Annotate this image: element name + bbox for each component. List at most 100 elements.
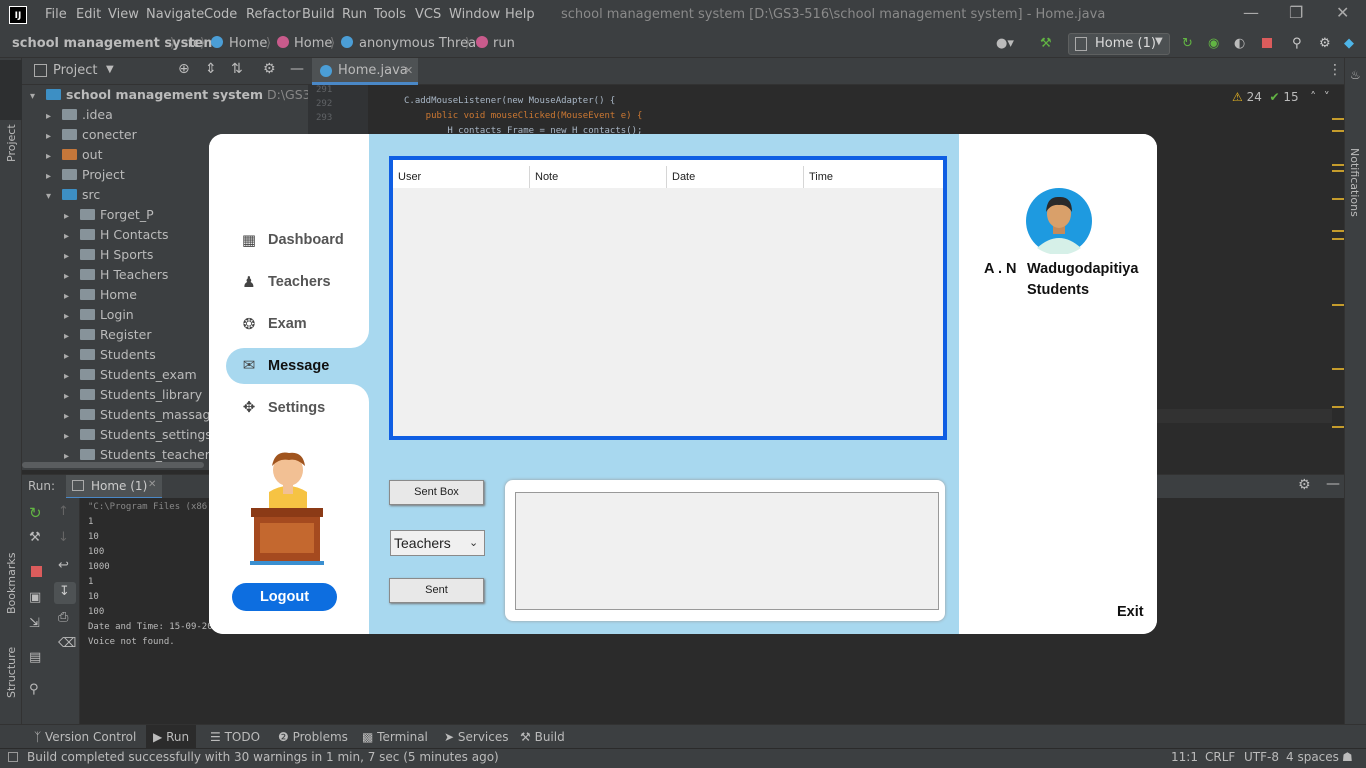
trash-icon[interactable]: ⌫ [58, 636, 76, 651]
tree-item[interactable]: ▸ Students_massage [64, 405, 218, 425]
menu-vcs[interactable]: VCS [415, 7, 441, 22]
more-tabs-icon[interactable]: ⋮ [1328, 62, 1342, 78]
menu-navigate[interactable]: Navigate [146, 7, 204, 22]
stop-icon[interactable] [31, 566, 42, 577]
nav-message[interactable]: Message [268, 358, 329, 374]
gear-icon[interactable]: ⚙ [1298, 477, 1311, 493]
bell-icon[interactable]: ♨ [1350, 68, 1361, 82]
chevron-down-icon[interactable]: ˅ [1324, 90, 1330, 104]
tree-item[interactable]: ▸ H Sports [64, 245, 153, 265]
breadcrumb-src[interactable]: src [181, 36, 200, 51]
indent-setting[interactable]: 4 spaces [1286, 750, 1339, 764]
close-window-icon[interactable]: ✕ [1336, 3, 1349, 22]
breadcrumb-home-class[interactable]: Home [294, 36, 332, 51]
tree-item[interactable]: ▸ Students_library [64, 385, 202, 405]
notifications-tool-button[interactable]: Notifications [1348, 148, 1361, 217]
problems-tool-button[interactable]: ❷ Problems [278, 730, 348, 744]
todo-tool-button[interactable]: ☰ TODO [210, 730, 260, 744]
nav-exam[interactable]: Exam [268, 316, 307, 332]
restore-icon[interactable]: ❐ [1289, 3, 1303, 22]
coverage-icon[interactable]: ◐ [1234, 36, 1245, 51]
version-control-tool-button[interactable]: ᛉ Version Control [34, 730, 136, 744]
tree-item[interactable]: ▸ Project [46, 165, 125, 185]
search-icon[interactable]: ⚲ [1292, 36, 1302, 51]
menu-refactor[interactable]: Refactor [246, 7, 301, 22]
tree-item[interactable]: ▸ Register [64, 325, 151, 345]
nav-settings[interactable]: Settings [268, 400, 325, 416]
menu-file[interactable]: File [45, 7, 67, 22]
tree-item[interactable]: ▾ src [46, 185, 100, 205]
logout-button[interactable]: Logout [232, 583, 337, 611]
tree-item[interactable]: ▸ .idea [46, 105, 113, 125]
tree-item[interactable]: ▸ H Contacts [64, 225, 169, 245]
pin-icon[interactable]: ⚲ [29, 682, 39, 697]
status-panel-icon[interactable] [8, 752, 18, 762]
recipient-select[interactable]: Teachers ⌄ [390, 530, 485, 556]
close-tab-icon[interactable]: ✕ [148, 479, 156, 490]
camera-icon[interactable]: ▣ [29, 590, 41, 605]
breadcrumb-run[interactable]: run [493, 36, 515, 51]
tree-item[interactable]: ▸ Students_exam [64, 365, 197, 385]
tree-item[interactable]: ▸ Students_settings [64, 425, 212, 445]
exit-button[interactable]: Exit [1117, 604, 1144, 620]
chevron-up-icon[interactable]: ˄ [1310, 90, 1316, 104]
terminal-tool-button[interactable]: ▩ Terminal [362, 730, 428, 744]
hide-panel-icon[interactable]: — [1326, 476, 1340, 492]
close-tab-icon[interactable]: ✕ [404, 58, 413, 84]
status-message[interactable]: Build completed successfully with 30 war… [27, 750, 499, 764]
tree-item[interactable]: ▸ H Teachers [64, 265, 168, 285]
plugin-icon[interactable]: ◆ [1344, 36, 1354, 51]
tree-item[interactable]: ▸ Students [64, 345, 156, 365]
menu-build[interactable]: Build [302, 7, 335, 22]
structure-tool-button[interactable]: Structure [5, 647, 18, 698]
locate-icon[interactable]: ⊕ [178, 61, 190, 77]
project-view-label[interactable]: Project [53, 63, 97, 78]
services-tool-button[interactable]: ➤ Services [444, 730, 509, 744]
soft-wrap-icon[interactable]: ↩ [58, 558, 69, 573]
inspection-widget[interactable]: ⚠ 24 ✔ 15 ˄ ˅ [1232, 90, 1330, 104]
print-icon[interactable]: ⎙ [58, 610, 68, 625]
layout-icon[interactable]: ▤ [29, 650, 41, 665]
project-tool-button[interactable]: Project [5, 124, 18, 162]
run-tool-button[interactable]: ▶ Run [153, 730, 189, 744]
menu-window[interactable]: Window [449, 7, 500, 22]
column-note[interactable]: Note [530, 166, 667, 188]
hide-panel-icon[interactable]: — [290, 61, 304, 77]
menu-code[interactable]: Code [204, 7, 237, 22]
tree-item[interactable]: ▸ Home [64, 285, 137, 305]
messages-table[interactable]: User Note Date Time [389, 156, 947, 440]
menu-run[interactable]: Run [342, 7, 367, 22]
user-icon[interactable]: ●▾ [996, 36, 1014, 51]
build-hammer-icon[interactable]: ⚒ [1040, 36, 1052, 51]
bookmarks-tool-button[interactable]: Bookmarks [5, 553, 18, 614]
editor-tab-home-java[interactable]: Home.java ✕ [312, 58, 418, 85]
tree-item[interactable]: ▸ out [46, 145, 102, 165]
gear-icon[interactable]: ⚙ [1319, 36, 1331, 51]
arrow-down-icon[interactable]: ↓ [58, 530, 69, 545]
sent-button[interactable]: Sent [389, 578, 484, 603]
scroll-to-end-button[interactable]: ↧ [54, 582, 76, 604]
line-separator[interactable]: CRLF [1205, 750, 1235, 764]
menu-help[interactable]: Help [505, 7, 535, 22]
column-time[interactable]: Time [804, 166, 941, 188]
column-user[interactable]: User [393, 166, 530, 188]
expand-all-icon[interactable]: ⇕ [205, 61, 217, 77]
stop-icon[interactable] [1262, 38, 1272, 48]
tree-item[interactable]: ▸ Forget_P [64, 205, 154, 225]
menu-edit[interactable]: Edit [76, 7, 101, 22]
minimize-icon[interactable]: — [1243, 3, 1259, 22]
arrow-up-icon[interactable]: ↑ [58, 504, 69, 519]
file-encoding[interactable]: UTF-8 [1244, 750, 1279, 764]
caret-position[interactable]: 11:1 [1171, 750, 1198, 764]
wrench-icon[interactable]: ⚒ [29, 530, 41, 545]
run-config-select[interactable]: Home (1) ▼ [1068, 33, 1170, 55]
nav-dashboard[interactable]: Dashboard [268, 232, 344, 248]
breadcrumb-home-file[interactable]: Home [229, 36, 267, 51]
collapse-all-icon[interactable]: ⇅ [231, 61, 243, 77]
sent-box-button[interactable]: Sent Box [389, 480, 484, 505]
gear-icon[interactable]: ⚙ [263, 61, 276, 77]
column-date[interactable]: Date [667, 166, 804, 188]
chevron-down-icon[interactable]: ▼ [106, 64, 114, 75]
exit-icon[interactable]: ⇲ [29, 616, 40, 631]
nav-teachers[interactable]: Teachers [268, 274, 331, 290]
